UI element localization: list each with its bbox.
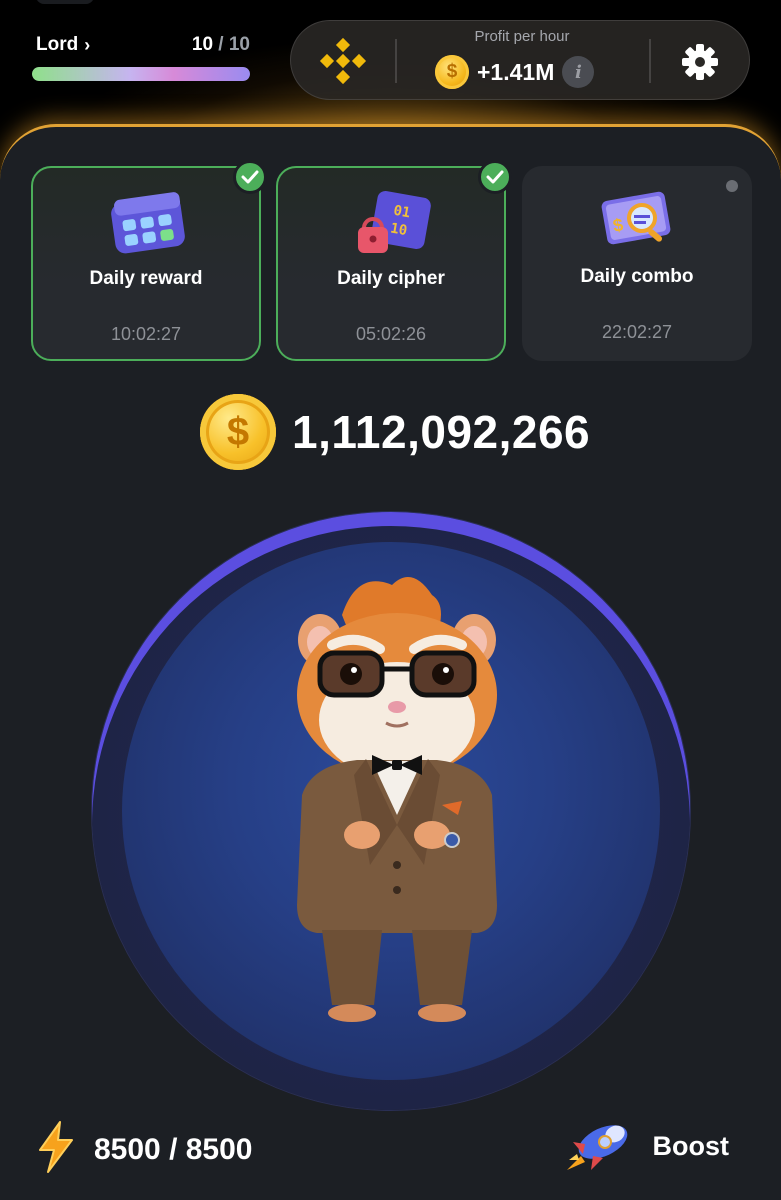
- level-progress-bar: [32, 67, 250, 81]
- checkmark-icon: [478, 160, 512, 194]
- card-timer: 22:02:27: [601, 322, 673, 342]
- cipher-lock-icon: 01 10: [352, 190, 434, 256]
- card-timer: 05:02:26: [355, 324, 427, 344]
- checkmark-icon: [233, 160, 267, 194]
- settings-gear-icon[interactable]: [681, 43, 719, 81]
- energy-value: 8500 / 8500: [94, 1132, 253, 1166]
- daily-combo-card[interactable]: $ Daily combo 22:02:27: [522, 166, 752, 361]
- level-separator: /: [218, 34, 224, 55]
- card-title: Daily combo: [580, 266, 694, 287]
- level-name-link[interactable]: Lord ›: [36, 34, 90, 56]
- level-count: 10 / 10: [192, 34, 250, 56]
- energy-meter: 8500 / 8500: [36, 1120, 252, 1179]
- boost-button[interactable]: Boost: [563, 1114, 730, 1179]
- status-dot: [726, 180, 738, 192]
- calendar-icon: [107, 190, 189, 256]
- rocket-icon: [563, 1114, 635, 1179]
- balance-value: 1,112,092,266: [292, 406, 591, 458]
- level-max: 10: [228, 34, 250, 55]
- info-icon[interactable]: i: [562, 56, 595, 88]
- level-name: Lord: [36, 34, 79, 55]
- level-indicator[interactable]: Lord › 10 / 10: [32, 34, 252, 84]
- chevron-right-icon: ›: [84, 34, 91, 55]
- divider: [395, 39, 397, 83]
- level-current: 10: [191, 34, 214, 55]
- profit-value: +1.41M: [477, 58, 555, 85]
- lightning-icon: [36, 1120, 76, 1179]
- binance-exchange-icon[interactable]: [317, 35, 369, 87]
- boost-label: Boost: [652, 1131, 730, 1161]
- profit-label: Profit per hour: [474, 28, 570, 45]
- card-title: Daily reward: [89, 268, 203, 289]
- hamster-character-image[interactable]: [262, 565, 522, 1035]
- coin-icon: $: [200, 394, 276, 470]
- svg-text:10: 10: [389, 220, 408, 239]
- combo-card-icon: $: [596, 188, 678, 254]
- divider: [649, 39, 651, 83]
- svg-text:01: 01: [392, 203, 411, 222]
- level-progress-fill: [32, 67, 250, 81]
- top-notch: [36, 0, 94, 4]
- coin-balance: $ 1,112,092,266: [200, 394, 590, 470]
- card-timer: 10:02:27: [110, 324, 182, 344]
- coin-icon: $: [435, 55, 469, 89]
- profit-row: $ +1.41M i: [435, 55, 595, 89]
- daily-reward-card[interactable]: Daily reward 10:02:27: [31, 160, 267, 361]
- card-title: Daily cipher: [337, 268, 445, 289]
- daily-cipher-card[interactable]: 01 10 Daily cipher 05:02:26: [276, 160, 512, 361]
- profit-panel: Profit per hour $ +1.41M i: [290, 20, 750, 100]
